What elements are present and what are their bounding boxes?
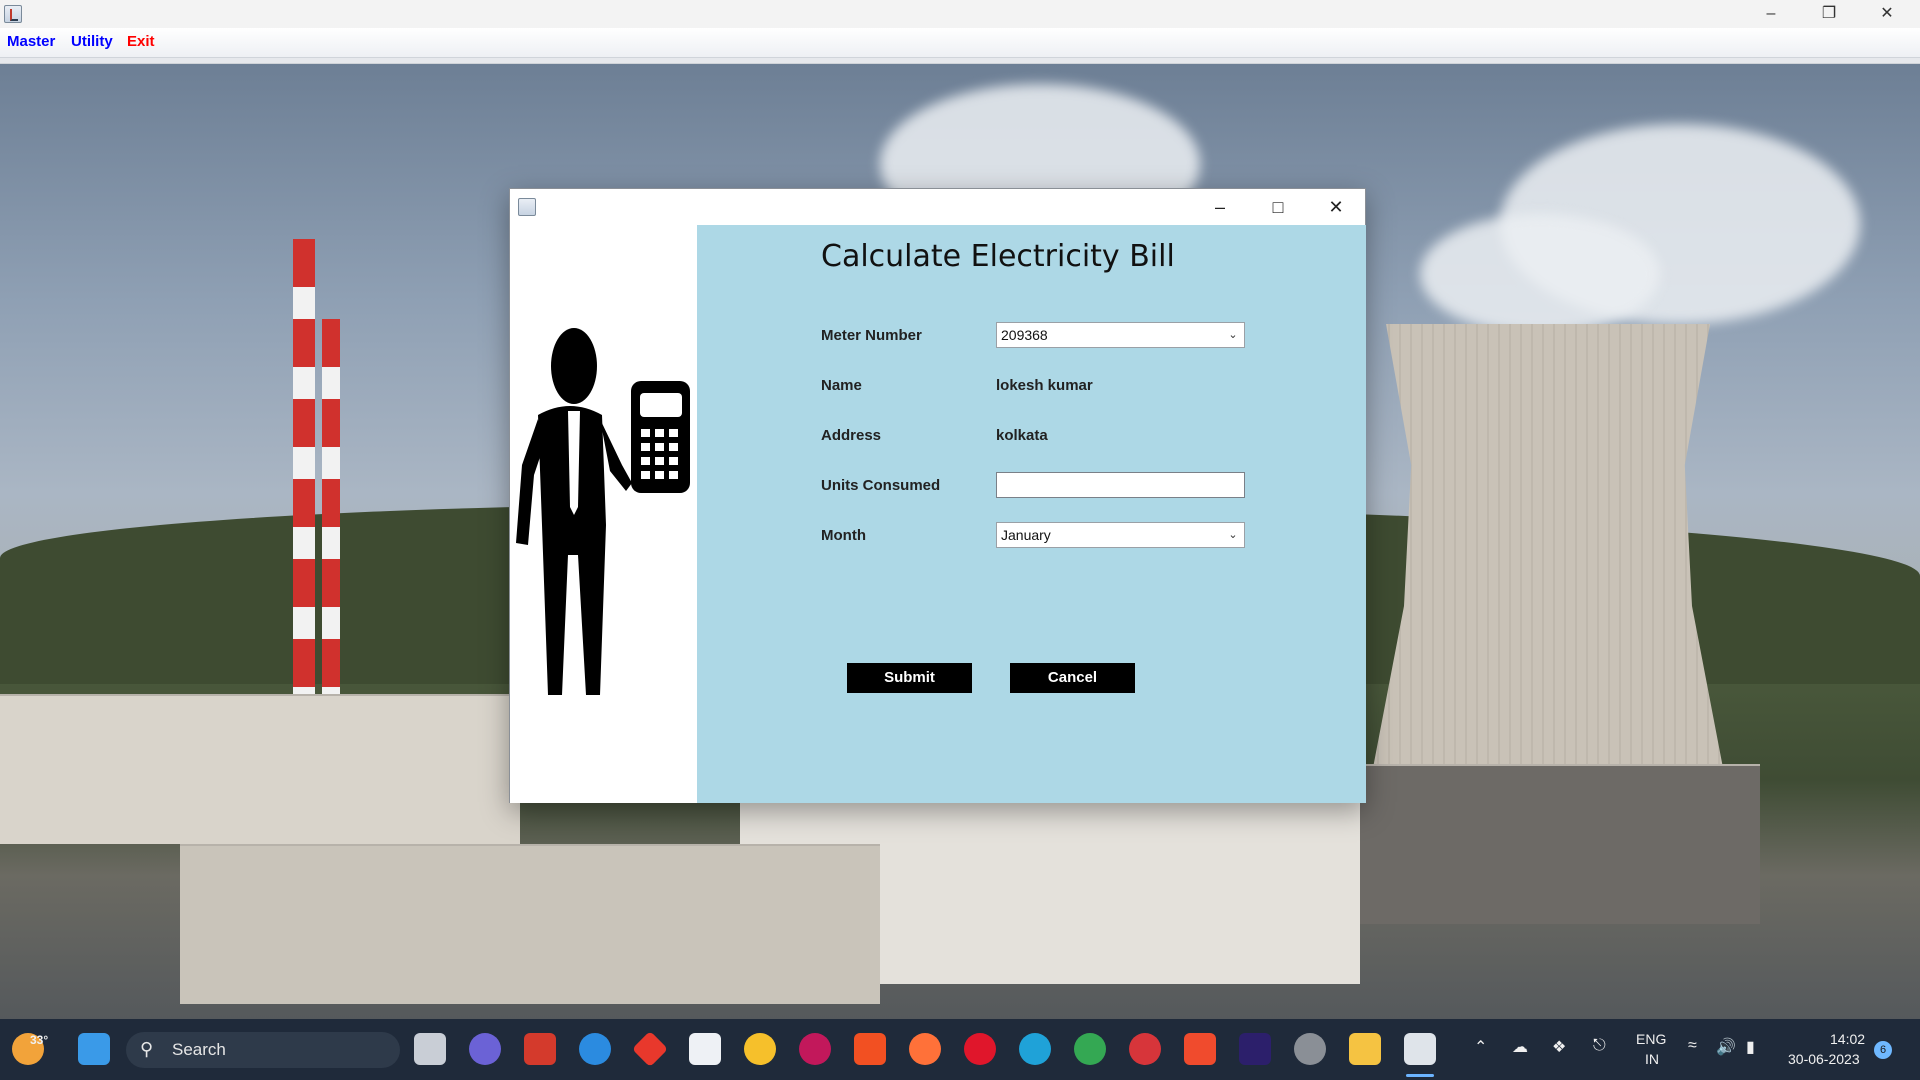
chrome-icon[interactable] — [1074, 1033, 1106, 1065]
minimize-icon[interactable]: – — [1742, 0, 1800, 28]
settings-icon[interactable] — [1294, 1033, 1326, 1065]
units-consumed-label: Units Consumed — [821, 477, 941, 494]
java-app-icon — [518, 198, 536, 216]
java-app-icon — [4, 5, 22, 23]
form-title: Calculate Electricity Bill — [821, 239, 1175, 274]
search-label: Search — [172, 1040, 226, 1059]
app-yellow-icon[interactable] — [744, 1033, 776, 1065]
cancel-button[interactable]: Cancel — [1010, 663, 1135, 693]
store-icon[interactable] — [689, 1033, 721, 1065]
address-label: Address — [821, 427, 882, 444]
java-icon[interactable] — [1404, 1033, 1436, 1065]
menu-utility[interactable]: Utility — [71, 33, 113, 50]
chevron-down-icon: ⌄ — [1228, 329, 1238, 341]
app-red-icon[interactable] — [1129, 1033, 1161, 1065]
chevron-up-icon[interactable]: ⌃ — [1474, 1037, 1487, 1057]
clock-date[interactable]: 30-06-2023 — [1788, 1051, 1860, 1067]
dropbox-icon[interactable]: ❖ — [1552, 1037, 1566, 1057]
search-icon: ⚲ — [140, 1039, 154, 1059]
chevron-down-icon: ⌄ — [1228, 529, 1238, 541]
language-in[interactable]: IN — [1645, 1051, 1659, 1067]
name-label: Name — [821, 377, 862, 394]
menu-exit[interactable]: Exit — [127, 33, 155, 50]
battery-icon[interactable]: ▮ — [1746, 1037, 1755, 1057]
notification-badge[interactable]: 6 — [1874, 1041, 1892, 1059]
meter-number-value: 209368 — [1001, 327, 1048, 343]
month-select[interactable]: January ⌄ — [996, 522, 1245, 548]
dialog-close-icon[interactable]: ✕ — [1307, 189, 1365, 225]
dialog-titlebar: – □ ✕ — [510, 189, 1365, 225]
microphone-icon[interactable]: ⎋ — [1593, 1037, 1606, 1055]
firefox-icon[interactable] — [909, 1033, 941, 1065]
left-image-panel — [510, 225, 697, 803]
opera-gx-icon[interactable] — [799, 1033, 831, 1065]
opera-icon[interactable] — [964, 1033, 996, 1065]
menubar: Master Utility Exit — [0, 28, 1920, 58]
meter-number-select[interactable]: 209368 ⌄ — [996, 322, 1245, 348]
units-consumed-input[interactable] — [996, 472, 1245, 498]
calculate-bill-dialog: – □ ✕ Calculate Electricity Bill Meter N… — [509, 188, 1366, 803]
restore-icon[interactable]: ❐ — [1800, 0, 1858, 28]
close-icon[interactable]: ✕ — [1858, 0, 1916, 28]
form-panel: Calculate Electricity Bill Meter Number … — [697, 225, 1366, 803]
address-value: kolkata — [996, 427, 1048, 444]
volume-icon[interactable]: 🔊 — [1716, 1037, 1736, 1057]
windows-start-icon[interactable] — [78, 1033, 110, 1065]
clock-time[interactable]: 14:02 — [1830, 1031, 1865, 1047]
file-explorer-icon[interactable] — [1349, 1033, 1381, 1065]
month-label: Month — [821, 527, 866, 544]
active-app-indicator — [1406, 1074, 1434, 1077]
taskbar: 33° Search ⚲ ⌃ ☁ ❖ ⎋ ENG IN ≈ 🔊 ▮ 14:02 … — [0, 1019, 1920, 1080]
dialog-maximize-icon[interactable]: □ — [1249, 189, 1307, 225]
submit-button[interactable]: Submit — [847, 663, 972, 693]
weather-temp: 33° — [30, 1033, 49, 1047]
brave-icon[interactable] — [854, 1033, 886, 1065]
help-icon[interactable] — [579, 1033, 611, 1065]
dialog-minimize-icon[interactable]: – — [1191, 189, 1249, 225]
wifi-icon[interactable]: ≈ — [1688, 1037, 1697, 1055]
app-s-icon[interactable] — [1184, 1033, 1216, 1065]
meter-number-label: Meter Number — [821, 327, 922, 344]
taskbar-search[interactable]: Search — [126, 1032, 400, 1068]
month-value: January — [1001, 527, 1051, 543]
language-eng[interactable]: ENG — [1636, 1031, 1666, 1047]
intellij-icon[interactable] — [1239, 1033, 1271, 1065]
name-value: lokesh kumar — [996, 377, 1093, 394]
mcafee-icon[interactable] — [524, 1033, 556, 1065]
man-with-calculator-icon — [516, 328, 690, 695]
teams-icon[interactable] — [469, 1033, 501, 1065]
edge-icon[interactable] — [1019, 1033, 1051, 1065]
task-view-icon[interactable] — [414, 1033, 446, 1065]
anydesk-icon[interactable] — [631, 1030, 669, 1068]
onedrive-icon[interactable]: ☁ — [1512, 1037, 1528, 1057]
main-titlebar: – ❐ ✕ — [0, 0, 1920, 28]
menu-master[interactable]: Master — [7, 33, 55, 50]
